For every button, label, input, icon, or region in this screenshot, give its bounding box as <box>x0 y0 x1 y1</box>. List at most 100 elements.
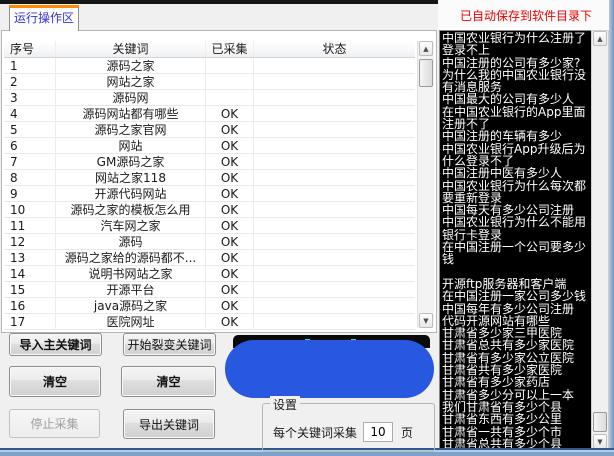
cell-index: 5 <box>4 122 56 138</box>
table-row[interactable]: 15 开源平台 OK <box>4 282 415 298</box>
cell-keyword: 源码网 <box>56 90 206 106</box>
cell-collected: OK <box>206 234 254 250</box>
cell-keyword: GM源码之家 <box>56 154 206 170</box>
log-line: 中国最大的公司有多少人 <box>442 93 591 105</box>
cell-keyword: 源码网站都有哪些 <box>56 106 206 122</box>
table-row[interactable]: 8 网站之家118 OK <box>4 170 415 186</box>
table-scrollbar-thumb[interactable] <box>419 59 433 87</box>
import-main-keywords-button[interactable]: 导入主关键词 <box>9 333 102 356</box>
cell-index: 17 <box>4 314 56 330</box>
cell-status <box>254 298 415 314</box>
column-header-collected[interactable]: 已采集 <box>206 41 254 57</box>
cell-keyword: 说明书网站之家 <box>56 266 206 282</box>
clear-right-button[interactable]: 清空 <box>121 366 216 397</box>
start-fission-keywords-button[interactable]: 开始裂变关键词 <box>123 333 216 356</box>
table-row[interactable]: 10 源码之家的模板怎么用 OK <box>4 202 415 218</box>
table-row[interactable]: 4 源码网站都有哪些 OK <box>4 106 415 122</box>
scroll-down-icon[interactable]: ▼ <box>419 313 433 328</box>
table-row[interactable]: 12 源码 OK <box>4 234 415 250</box>
cell-keyword: 网站 <box>56 138 206 154</box>
autosave-notice: 已自动保存到软件目录下 <box>438 0 614 30</box>
pages-per-keyword-input[interactable] <box>363 422 393 442</box>
cell-index: 16 <box>4 298 56 314</box>
table-row[interactable]: 13 源码之家给的源码都不... OK <box>4 250 415 266</box>
log-line: 甘肃省东西有多少公里 <box>442 413 591 425</box>
cell-status <box>254 314 415 330</box>
cell-collected: OK <box>206 250 254 266</box>
table-row[interactable]: 17 医院网址 OK <box>4 314 415 330</box>
log-line: 在中国注册一个公司要多少 <box>442 241 591 253</box>
settings-group-label: 设置 <box>270 396 300 413</box>
log-scrollbar[interactable]: ▲ ▼ <box>591 30 609 450</box>
cell-index: 4 <box>4 106 56 122</box>
table-scrollbar[interactable]: ▲ ▼ <box>417 41 434 328</box>
cell-status <box>254 138 415 154</box>
scroll-down-icon[interactable]: ▼ <box>593 434 607 449</box>
window-border-right <box>609 0 614 456</box>
log-line: 钱 <box>442 253 591 265</box>
cell-keyword: 网站之家118 <box>56 170 206 186</box>
scroll-up-icon[interactable]: ▲ <box>593 31 607 46</box>
log-line: 开源ftp服务器和客户端 <box>442 278 591 290</box>
log-scrollbar-thumb[interactable] <box>593 412 607 432</box>
blue-pill-button[interactable] <box>225 340 434 398</box>
settings-groupbox: 设置 每个关键词采集 页 <box>262 403 435 452</box>
cell-index: 7 <box>4 154 56 170</box>
log-line: 有消息服务 <box>442 81 591 93</box>
table-row[interactable]: 1 源码之家 <box>4 58 415 74</box>
log-line: 中国农业银行为什么注册了 <box>442 32 591 44</box>
log-line: 什么登录不了 <box>442 155 591 167</box>
table-header-row: 序号 关键词 已采集 状态 <box>4 41 415 58</box>
cell-collected: OK <box>206 266 254 282</box>
keyword-table: 序号 关键词 已采集 状态 1 源码之家 2 网站之家 3 <box>4 41 415 330</box>
cell-status <box>254 106 415 122</box>
cell-keyword: 开源代码网站 <box>56 186 206 202</box>
table-row[interactable]: 3 源码网 <box>4 90 415 106</box>
cell-index: 8 <box>4 170 56 186</box>
table-row[interactable]: 7 GM源码之家 OK <box>4 154 415 170</box>
cell-status <box>254 58 415 74</box>
table-row[interactable]: 11 汽车网之家 OK <box>4 218 415 234</box>
cell-collected: OK <box>206 314 254 330</box>
log-line: 中国农业银行为什么每次都 <box>442 180 591 192</box>
table-row[interactable]: 6 网站 OK <box>4 138 415 154</box>
cell-keyword: 源码之家的模板怎么用 <box>56 202 206 218</box>
column-header-index[interactable]: 序号 <box>4 41 56 57</box>
export-keywords-button[interactable]: 导出关键词 <box>123 409 215 439</box>
cell-collected <box>206 58 254 74</box>
log-line: 为什么我的中国农业银行没 <box>442 69 591 81</box>
cell-status <box>254 186 415 202</box>
scroll-up-icon[interactable]: ▲ <box>419 41 433 56</box>
cell-index: 9 <box>4 186 56 202</box>
clear-left-button[interactable]: 清空 <box>9 366 101 397</box>
table-row[interactable]: 16 java源码之家 OK <box>4 298 415 314</box>
log-line: 甘肃省多少家三甲医院 <box>442 327 591 339</box>
cell-collected: OK <box>206 106 254 122</box>
cell-keyword: 源码之家给的源码都不... <box>56 250 206 266</box>
table-row[interactable]: 5 源码之家官网 OK <box>4 122 415 138</box>
cell-status <box>254 122 415 138</box>
log-line: 中国注册中医有多少人 <box>442 167 591 179</box>
cell-collected: OK <box>206 282 254 298</box>
log-line: 在中国农业银行的App里面 <box>442 106 591 118</box>
column-header-keyword[interactable]: 关键词 <box>56 41 206 57</box>
cell-collected: OK <box>206 154 254 170</box>
table-row[interactable]: 2 网站之家 <box>4 74 415 90</box>
cell-keyword: 源码之家 <box>56 58 206 74</box>
cell-index: 11 <box>4 218 56 234</box>
cell-collected: OK <box>206 298 254 314</box>
cell-collected: OK <box>206 122 254 138</box>
column-header-status[interactable]: 状态 <box>254 41 415 57</box>
cell-index: 12 <box>4 234 56 250</box>
cell-keyword: 医院网址 <box>56 314 206 330</box>
cell-index: 10 <box>4 202 56 218</box>
cell-status <box>254 154 415 170</box>
table-row[interactable]: 9 开源代码网站 OK <box>4 186 415 202</box>
cell-status <box>254 250 415 266</box>
tab-run-operations[interactable]: 运行操作区 <box>9 5 79 31</box>
cell-keyword: 网站之家 <box>56 74 206 90</box>
cell-collected: OK <box>206 202 254 218</box>
log-line: 甘肃省有多少家药店 <box>442 376 591 388</box>
table-row[interactable]: 14 说明书网站之家 OK <box>4 266 415 282</box>
cell-status <box>254 74 415 90</box>
